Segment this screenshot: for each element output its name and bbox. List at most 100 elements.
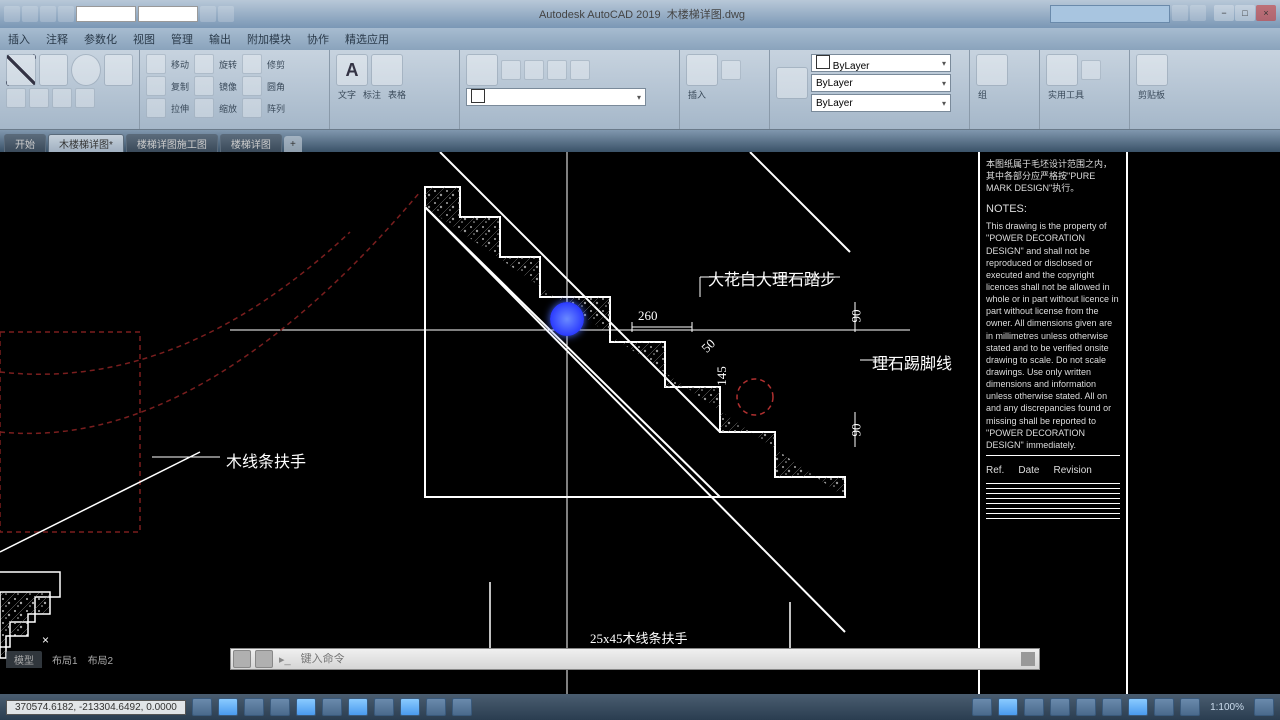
cmd-close-icon[interactable] [233,650,251,668]
linetype-select[interactable]: ByLayer [811,74,951,92]
paste-icon[interactable] [1136,54,1168,86]
cmd-recent-icon[interactable] [255,650,273,668]
trim-icon[interactable] [242,54,262,74]
zoom-readout[interactable]: 1:100% [1206,702,1248,713]
save-icon[interactable] [58,6,74,22]
workspace-button[interactable] [998,698,1018,716]
rotate-icon[interactable] [194,54,214,74]
polyline-icon[interactable] [39,54,69,86]
array-icon[interactable] [242,98,262,118]
ellipse-icon[interactable] [29,88,49,108]
fillet-icon[interactable] [242,76,262,96]
ribbon-block: 插入 [680,50,770,129]
otrack-toggle[interactable] [400,698,420,716]
tab-drawing-active[interactable]: 木楼梯详图* [48,134,124,152]
copy-icon[interactable] [146,76,166,96]
osnap-toggle[interactable] [348,698,368,716]
ribbon-layers [460,50,680,129]
menu-collab[interactable]: 协作 [307,31,329,47]
block-edit-icon[interactable] [721,60,741,80]
menu-addins[interactable]: 附加模块 [247,31,291,47]
new-tab-button[interactable]: + [284,136,302,152]
command-input[interactable] [295,653,1021,665]
arc-icon[interactable] [104,54,134,86]
ribbon: 移动 旋转 修剪 复制 镜像 圆角 拉伸 缩放 阵列 A 文字 标注 表格 [0,50,1280,130]
tab-model[interactable]: 模型 [6,651,42,668]
model-space-button[interactable] [192,698,212,716]
minimize-button[interactable]: − [1214,5,1234,21]
maximize-button[interactable]: □ [1235,5,1255,21]
mirror-icon[interactable] [194,76,214,96]
layer-off-icon[interactable] [501,60,521,80]
match-properties-icon[interactable] [776,67,808,99]
menu-output[interactable]: 输出 [209,31,231,47]
scale-icon[interactable] [194,98,214,118]
qat-field-2[interactable] [138,6,198,22]
grid-toggle[interactable] [218,698,238,716]
group-icon[interactable] [976,54,1008,86]
help-icon[interactable] [1190,5,1206,21]
isolate-button[interactable] [1128,698,1148,716]
layer-lock-icon[interactable] [547,60,567,80]
select-icon[interactable] [1081,60,1101,80]
open-icon[interactable] [40,6,56,22]
tab-start[interactable]: 开始 [4,134,46,152]
snap-toggle[interactable] [244,698,264,716]
layer-freeze-icon[interactable] [524,60,544,80]
measure-icon[interactable] [1046,54,1078,86]
app-menu-icon[interactable] [4,6,20,22]
cmd-pin-icon[interactable] [1021,652,1035,666]
hatch-icon[interactable] [52,88,72,108]
command-line[interactable]: ▸_ [230,648,1040,670]
layer-properties-icon[interactable] [466,54,498,86]
lockui-toggle[interactable] [1102,698,1122,716]
hardware-accel[interactable] [1154,698,1174,716]
circle-icon[interactable] [71,54,101,86]
color-select[interactable]: ByLayer [811,54,951,72]
layer-match-icon[interactable] [570,60,590,80]
menu-parametric[interactable]: 参数化 [84,31,117,47]
polar-toggle[interactable] [296,698,316,716]
move-icon[interactable] [146,54,166,74]
menu-insert[interactable]: 插入 [8,31,30,47]
text-icon[interactable]: A [336,54,368,86]
tab-drawing-3[interactable]: 楼梯详图 [220,134,282,152]
lineweight-toggle[interactable] [426,698,446,716]
dim-260: 260 [638,308,658,324]
new-icon[interactable] [22,6,38,22]
transparency-toggle[interactable] [452,698,472,716]
spline-icon[interactable] [75,88,95,108]
quickprops-toggle[interactable] [1076,698,1096,716]
customize-status-icon[interactable] [1254,698,1274,716]
redo-icon[interactable] [218,6,234,22]
block-insert-icon[interactable] [686,54,718,86]
ribbon-modify: 移动 旋转 修剪 复制 镜像 圆角 拉伸 缩放 阵列 [140,50,330,129]
stretch-icon[interactable] [146,98,166,118]
coordinates-readout: 370574.6182, -213304.6492, 0.0000 [6,700,186,715]
menu-annotate[interactable]: 注释 [46,31,68,47]
tab-layout1[interactable]: 布局1 [52,652,78,667]
tab-layout2[interactable]: 布局2 [88,652,114,667]
units-button[interactable] [1050,698,1070,716]
3dosnap-toggle[interactable] [374,698,394,716]
layer-select[interactable] [466,88,646,106]
close-button[interactable]: × [1256,5,1276,21]
lineweight-select[interactable]: ByLayer [811,94,951,112]
qat-field-1[interactable] [76,6,136,22]
undo-icon[interactable] [200,6,216,22]
dimension-icon[interactable] [371,54,403,86]
ortho-toggle[interactable] [270,698,290,716]
annotation-monitor[interactable] [1024,698,1044,716]
menu-view[interactable]: 视图 [133,31,155,47]
menu-manage[interactable]: 管理 [171,31,193,47]
signin-icon[interactable] [1172,5,1188,21]
help-search[interactable] [1050,5,1170,23]
annoscale-button[interactable] [972,698,992,716]
menu-featured[interactable]: 精选应用 [345,31,389,47]
tab-drawing-2[interactable]: 楼梯详图施工图 [126,134,218,152]
drawing-canvas[interactable]: × 大花白大理石踏步 理石踢脚线 木线条扶手 25x45木线条扶手 260 14… [0,152,1280,700]
line-icon[interactable] [6,54,36,86]
rectangle-icon[interactable] [6,88,26,108]
isoplane-toggle[interactable] [322,698,342,716]
cleanscreen-button[interactable] [1180,698,1200,716]
